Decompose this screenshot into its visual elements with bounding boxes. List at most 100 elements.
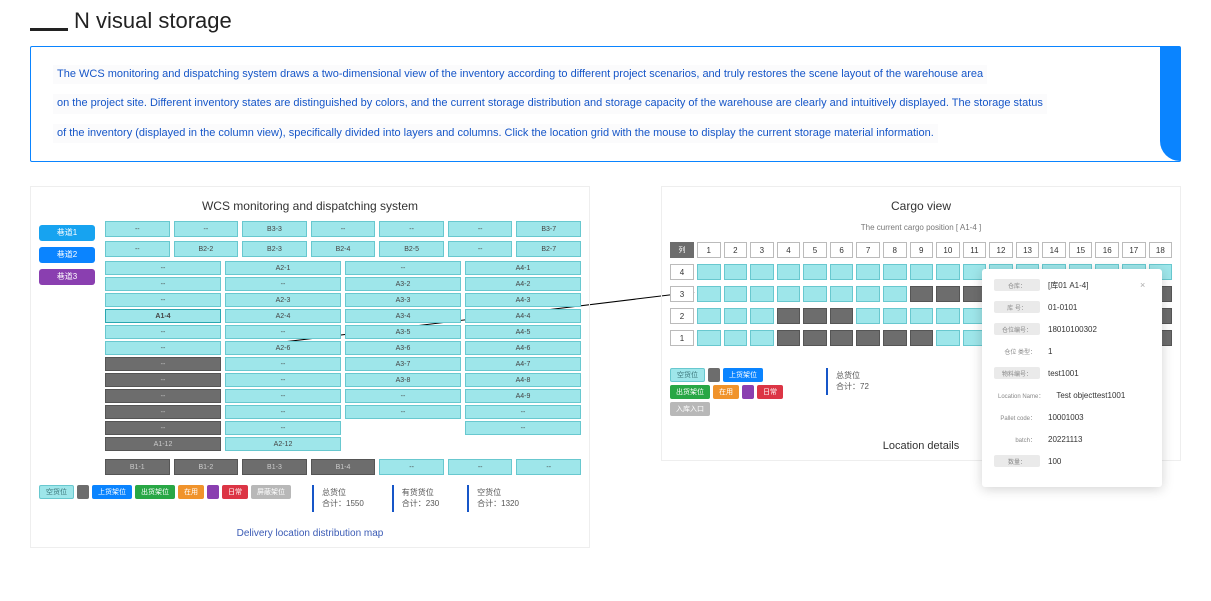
zone-tag-1[interactable]: 巷道1 [39,225,95,241]
grid-cell[interactable]: -- [345,261,461,275]
cargo-cell[interactable] [697,308,721,324]
cargo-cell[interactable] [803,264,827,280]
grid-cell[interactable]: A3-6 [345,341,461,355]
cargo-cell[interactable] [910,286,934,302]
cargo-cell[interactable] [856,330,880,346]
grid-cell[interactable]: B1-3 [242,459,307,475]
cargo-cell[interactable] [883,330,907,346]
grid-cell[interactable]: -- [105,357,221,371]
grid-cell[interactable]: -- [105,373,221,387]
grid-cell[interactable]: A4-9 [465,389,581,403]
grid-cell[interactable]: -- [379,459,444,475]
cargo-cell[interactable] [777,308,801,324]
grid-cell[interactable]: B1-2 [174,459,239,475]
cargo-cell[interactable] [777,264,801,280]
grid-cell[interactable]: A4-4 [465,309,581,323]
cargo-cell[interactable] [856,308,880,324]
grid-cell[interactable]: -- [105,389,221,403]
grid-cell[interactable]: -- [345,389,461,403]
grid-cell[interactable]: -- [311,221,376,237]
cargo-cell[interactable] [777,330,801,346]
grid-cell[interactable]: -- [174,221,239,237]
grid-cell[interactable]: A1-12 [105,437,221,451]
grid-cell[interactable]: A3-7 [345,357,461,371]
grid-cell[interactable]: A4-3 [465,293,581,307]
grid-cell[interactable]: B2-7 [516,241,581,257]
grid-cell[interactable]: -- [345,405,461,419]
grid-cell[interactable]: -- [516,459,581,475]
grid-cell[interactable]: A2-12 [225,437,341,451]
cargo-cell[interactable] [830,330,854,346]
grid-cell[interactable]: -- [379,221,444,237]
grid-cell[interactable]: A3-2 [345,277,461,291]
zone-tag-3[interactable]: 巷道3 [39,269,95,285]
grid-cell[interactable]: B2-2 [174,241,239,257]
cargo-cell[interactable] [936,286,960,302]
grid-cell[interactable]: B2-3 [242,241,307,257]
grid-cell[interactable]: A3-8 [345,373,461,387]
cargo-cell[interactable] [883,308,907,324]
cargo-cell[interactable] [697,286,721,302]
cargo-cell[interactable] [830,264,854,280]
grid-cell[interactable]: A4-8 [465,373,581,387]
grid-cell[interactable]: A3-5 [345,325,461,339]
grid-cell[interactable]: B2-5 [379,241,444,257]
grid-cell[interactable]: -- [448,459,513,475]
grid-cell[interactable]: A2-3 [225,293,341,307]
grid-cell[interactable]: A2-1 [225,261,341,275]
grid-cell[interactable]: A4-7 [465,357,581,371]
cargo-cell[interactable] [936,264,960,280]
grid-cell[interactable]: -- [225,389,341,403]
close-icon[interactable]: × [1140,280,1150,290]
cargo-cell[interactable] [883,286,907,302]
grid-cell[interactable]: B3-7 [516,221,581,237]
grid-cell[interactable]: -- [105,261,221,275]
cargo-cell[interactable] [750,286,774,302]
grid-cell[interactable]: A1-4 [105,309,221,323]
cargo-cell[interactable] [724,286,748,302]
grid-cell[interactable]: -- [105,241,170,257]
grid-cell[interactable]: -- [225,373,341,387]
cargo-cell[interactable] [724,264,748,280]
grid-cell[interactable]: B3-3 [242,221,307,237]
cargo-cell[interactable] [830,286,854,302]
grid-cell[interactable]: -- [105,221,170,237]
grid-cell[interactable]: B2-4 [311,241,376,257]
cargo-cell[interactable] [724,330,748,346]
grid-cell[interactable]: B1-1 [105,459,170,475]
grid-cell[interactable]: -- [448,241,513,257]
grid-cell[interactable]: A2-6 [225,341,341,355]
cargo-cell[interactable] [910,330,934,346]
cargo-cell[interactable] [750,330,774,346]
cargo-cell[interactable] [803,330,827,346]
grid-cell[interactable]: -- [105,293,221,307]
cargo-cell[interactable] [910,308,934,324]
cargo-cell[interactable] [750,264,774,280]
grid-cell[interactable]: A2-4 [225,309,341,323]
grid-cell[interactable]: -- [105,325,221,339]
grid-cell[interactable]: A3-4 [345,309,461,323]
grid-cell[interactable]: A4-2 [465,277,581,291]
cargo-cell[interactable] [724,308,748,324]
grid-cell[interactable]: B1-4 [311,459,376,475]
cargo-cell[interactable] [830,308,854,324]
grid-cell[interactable]: -- [105,421,221,435]
grid-cell[interactable]: -- [105,405,221,419]
grid-cell[interactable]: -- [465,421,581,435]
grid-cell[interactable]: -- [105,277,221,291]
grid-cell[interactable]: A4-6 [465,341,581,355]
cargo-cell[interactable] [697,264,721,280]
zone-tag-2[interactable]: 巷道2 [39,247,95,263]
grid-cell[interactable]: -- [105,341,221,355]
cargo-cell[interactable] [856,286,880,302]
cargo-cell[interactable] [697,330,721,346]
grid-cell[interactable]: A3-3 [345,293,461,307]
grid-cell[interactable]: -- [448,221,513,237]
grid-cell[interactable]: -- [225,357,341,371]
grid-cell[interactable]: A4-1 [465,261,581,275]
grid-cell[interactable]: -- [225,325,341,339]
cargo-cell[interactable] [803,308,827,324]
grid-cell[interactable]: -- [225,405,341,419]
cargo-cell[interactable] [883,264,907,280]
cargo-cell[interactable] [910,264,934,280]
